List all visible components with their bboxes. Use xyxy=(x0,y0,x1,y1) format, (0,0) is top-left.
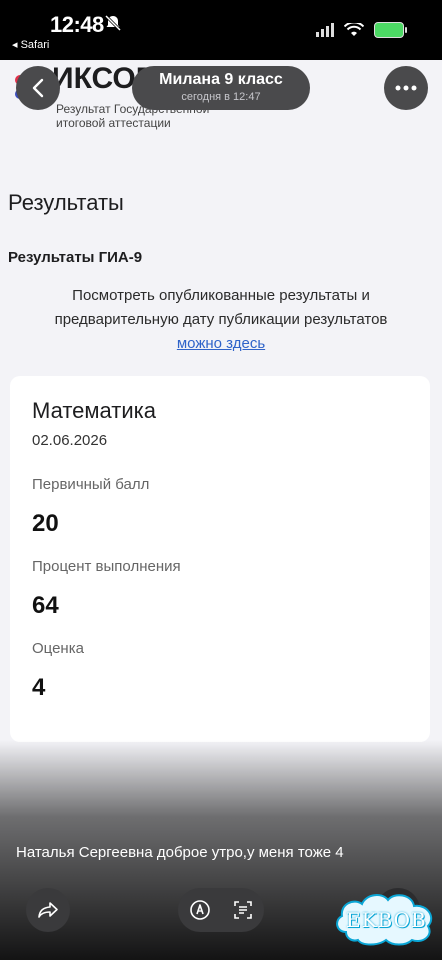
bell-off-icon xyxy=(104,14,122,32)
completion-percent-value: 64 xyxy=(32,592,59,619)
info-text: Посмотреть опубликованные результаты и п… xyxy=(54,287,388,328)
status-time: 12:48 xyxy=(50,12,104,37)
status-bar: 12:48 ◂ Safari xyxy=(0,0,442,60)
exam-date: 02.06.2026 xyxy=(32,432,108,449)
message-caption: Наталья Сергеевна доброе утро,у меня тож… xyxy=(16,844,344,861)
result-card: Математика 02.06.2026 Первичный балл 20 … xyxy=(10,376,430,742)
grade-value: 4 xyxy=(32,674,46,701)
chevron-left-icon xyxy=(32,78,44,98)
viewer-header: Милана 9 класс сегодня в 12:47 xyxy=(0,60,442,120)
battery-charging-icon xyxy=(374,22,407,38)
page-title: Результаты xyxy=(8,190,124,215)
grade-label: Оценка xyxy=(32,640,84,657)
wifi-icon xyxy=(344,23,364,36)
primary-score-label: Первичный балл xyxy=(32,476,150,493)
back-button[interactable] xyxy=(16,66,60,110)
primary-score-value: 20 xyxy=(32,510,59,537)
results-subheading: Результаты ГИА-9 xyxy=(8,249,143,266)
results-link[interactable]: можно здесь xyxy=(177,335,265,352)
ellipsis-icon xyxy=(395,85,417,91)
markup-icon[interactable] xyxy=(189,899,211,921)
chat-title: Милана 9 класс xyxy=(159,71,283,88)
back-to-safari-link[interactable]: ◂ Safari xyxy=(12,38,49,51)
more-options-button[interactable] xyxy=(384,66,428,110)
share-button[interactable] xyxy=(26,888,70,932)
chat-timestamp: сегодня в 12:47 xyxy=(181,91,261,103)
watermark-text: EKBOB xyxy=(346,908,427,932)
subject-title: Математика xyxy=(32,398,156,423)
status-icons xyxy=(316,22,407,38)
signal-icon xyxy=(316,23,334,37)
completion-percent-label: Процент выполнения xyxy=(32,558,181,575)
live-text-icon[interactable] xyxy=(232,899,254,921)
tools-pill xyxy=(178,888,264,932)
share-arrow-icon xyxy=(38,902,58,918)
watermark-badge: EKBOB xyxy=(332,888,438,948)
chat-title-pill[interactable]: Милана 9 класс сегодня в 12:47 xyxy=(132,66,310,110)
screen: ИКСОР Результат Государственной итоговой… xyxy=(0,0,442,960)
info-paragraph: Посмотреть опубликованные результаты и п… xyxy=(20,284,422,356)
